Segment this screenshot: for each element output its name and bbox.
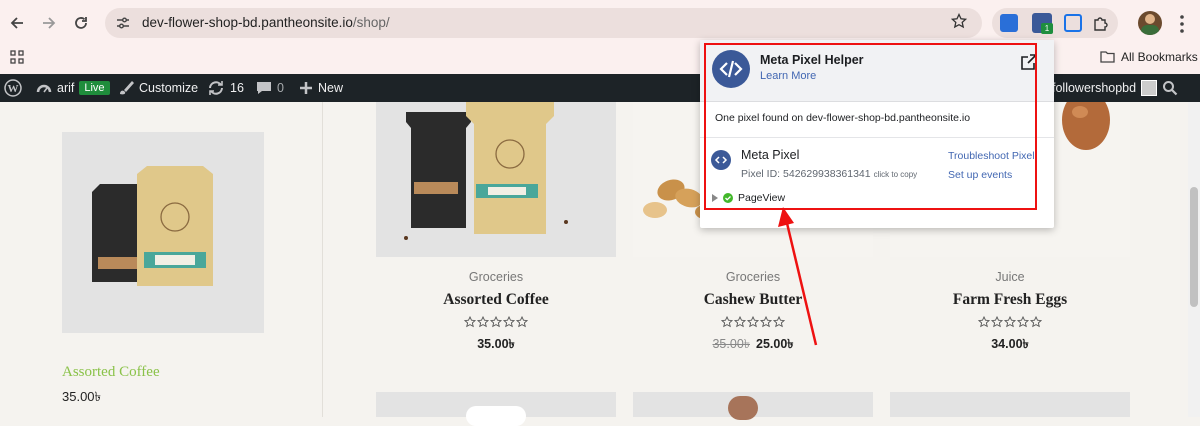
dashboard-gauge-icon	[36, 84, 52, 93]
folder-icon	[1100, 51, 1115, 63]
brush-icon	[120, 81, 134, 95]
new-label: New	[318, 81, 344, 95]
bookmark-star-icon[interactable]	[951, 13, 967, 29]
comment-bubble-icon	[257, 82, 271, 94]
annotation-arrow-icon	[778, 207, 818, 346]
all-bookmarks-label: All Bookmarks	[1121, 50, 1198, 64]
star-rating	[633, 316, 873, 328]
url-text[interactable]: dev-flower-shop-bd.pantheonsite.io/shop/	[142, 15, 390, 30]
wordpress-logo-icon[interactable]: W	[4, 74, 22, 102]
customize-link[interactable]: Customize	[118, 74, 198, 102]
extensions-tray: 1	[992, 8, 1118, 38]
product-title[interactable]: Farm Fresh Eggs	[890, 291, 1130, 309]
user-account-menu[interactable]: followershopbd	[1052, 74, 1158, 102]
url-host: dev-flower-shop-bd.pantheonsite.io	[142, 15, 353, 30]
reader-extension-icon[interactable]	[1064, 14, 1082, 32]
updates-link[interactable]: 16	[207, 74, 244, 102]
star-rating	[890, 316, 1130, 328]
product-image[interactable]	[890, 392, 1130, 417]
site-settings-icon[interactable]	[113, 13, 133, 33]
next-row-product-images	[0, 392, 1200, 426]
sidebar-product-title[interactable]: Assorted Coffee	[62, 364, 160, 381]
comments-link[interactable]: 0	[256, 74, 284, 102]
all-bookmarks-button[interactable]: All Bookmarks	[1100, 50, 1198, 64]
sidebar-product-image[interactable]	[62, 132, 264, 333]
back-arrow-icon[interactable]	[4, 10, 30, 36]
meta-pixel-helper-extension-icon[interactable]: 1	[1032, 13, 1053, 34]
product-title[interactable]: Cashew Butter	[633, 291, 873, 309]
product-price: 34.00৳	[991, 337, 1029, 351]
user-avatar	[1141, 80, 1158, 96]
address-bar[interactable]: dev-flower-shop-bd.pantheonsite.io/shop/	[105, 8, 982, 38]
site-name: arif	[57, 81, 75, 95]
product-image[interactable]	[633, 392, 873, 420]
product-title[interactable]: Assorted Coffee	[376, 291, 616, 309]
scrollbar-thumb[interactable]	[1190, 187, 1198, 307]
empty-stars-icon	[978, 316, 1042, 328]
site-name-menu[interactable]: arif Live	[36, 74, 110, 102]
live-badge: Live	[79, 81, 110, 95]
empty-stars-icon	[464, 316, 528, 328]
product-category[interactable]: Juice	[890, 270, 1130, 284]
apps-grid-icon[interactable]	[10, 50, 24, 64]
kebab-menu-icon[interactable]	[1176, 13, 1188, 35]
page-scrollbar[interactable]	[1188, 102, 1200, 417]
customize-label: Customize	[139, 81, 199, 95]
admin-search-icon[interactable]	[1162, 74, 1178, 102]
forward-arrow-icon[interactable]	[36, 10, 62, 36]
product-card[interactable]: Groceries Assorted Coffee 35.00৳	[376, 102, 616, 417]
updates-refresh-icon	[209, 81, 223, 95]
new-content-link[interactable]: New	[299, 74, 343, 102]
profile-avatar[interactable]	[1138, 11, 1162, 35]
extension-badge: 1	[1041, 23, 1053, 34]
comments-count: 0	[277, 81, 284, 95]
extensions-puzzle-icon[interactable]	[1092, 14, 1110, 32]
reload-icon[interactable]	[68, 10, 94, 36]
product-price: 35.00৳ 25.00৳	[633, 336, 873, 356]
product-old-price: 35.00৳	[712, 337, 750, 351]
plus-icon	[300, 82, 312, 94]
product-image[interactable]	[376, 102, 616, 257]
product-category[interactable]: Groceries	[376, 270, 616, 284]
product-image[interactable]	[376, 392, 616, 426]
url-path: /shop/	[352, 15, 390, 30]
star-rating	[376, 316, 616, 328]
google-translate-icon[interactable]	[1000, 14, 1018, 32]
svg-text:W: W	[8, 83, 19, 95]
product-category[interactable]: Groceries	[633, 270, 873, 284]
annotation-highlight-box	[704, 43, 1037, 210]
user-name: followershopbd	[1052, 81, 1137, 95]
updates-count: 16	[230, 81, 244, 95]
sidebar-featured-product: Assorted Coffee 35.00৳	[0, 102, 323, 417]
product-price: 35.00৳	[477, 337, 515, 351]
